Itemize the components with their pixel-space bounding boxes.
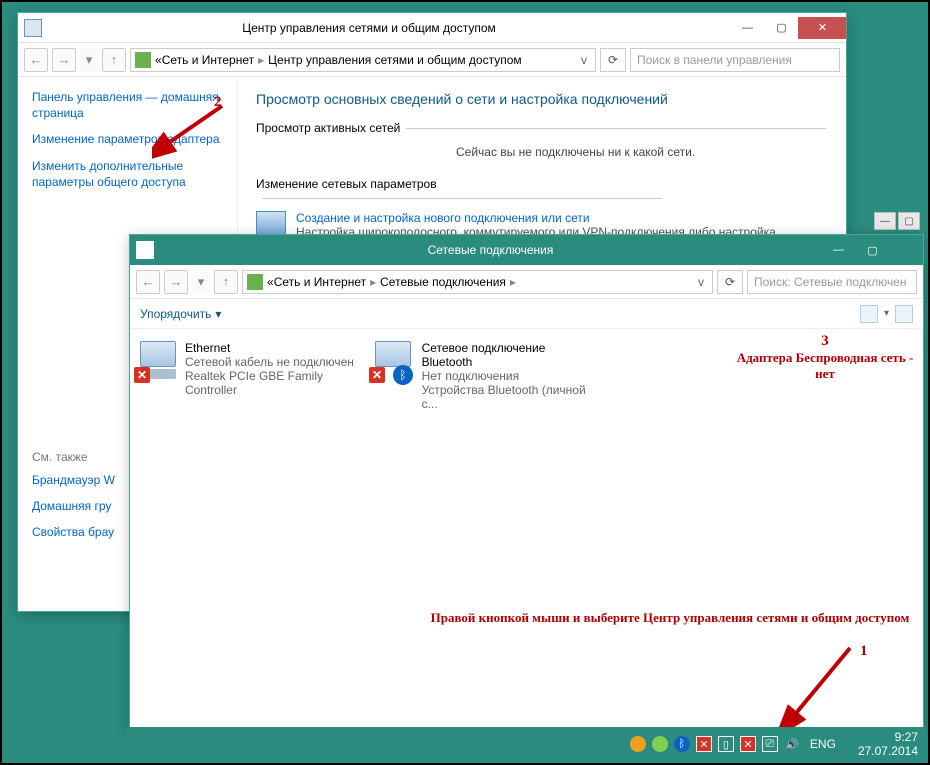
forward-button[interactable]: → — [52, 48, 76, 72]
tray-icon-bluetooth[interactable]: ᛒ — [674, 736, 690, 752]
view-mode-button[interactable] — [860, 305, 878, 323]
bg-minimize[interactable]: — — [874, 212, 896, 230]
address-dropdown[interactable]: v — [694, 275, 708, 289]
page-heading: Просмотр основных сведений о сети и наст… — [256, 91, 828, 107]
titlebar-network-center[interactable]: Центр управления сетями и общим доступом… — [18, 13, 846, 43]
adapter-bluetooth[interactable]: ✕ᛒ Сетевое подключение Bluetooth Нет под… — [375, 341, 590, 411]
disabled-x-icon: ✕ — [369, 367, 385, 383]
new-connection-link[interactable]: Создание и настройка нового подключения … — [296, 211, 590, 225]
address-dropdown[interactable]: v — [577, 53, 591, 67]
organize-label: Упорядочить — [140, 307, 211, 321]
clock-date: 27.07.2014 — [858, 744, 918, 758]
view-tools: ▾ — [860, 305, 913, 323]
disabled-x-icon: ✕ — [134, 367, 150, 383]
annotation-3: 3 Адаптера Беспроводная сеть - нет — [735, 333, 915, 382]
crumb-prefix: « — [155, 53, 162, 67]
search-input[interactable]: Поиск в панели управления — [630, 48, 840, 72]
tray-icon-skype[interactable] — [652, 736, 668, 752]
organize-button[interactable]: Упорядочить ▾ — [140, 307, 221, 321]
crumb-2[interactable]: Центр управления сетями и общим доступом — [268, 53, 522, 67]
adapter-status: Нет подключения — [422, 369, 590, 383]
view-dropdown[interactable]: ▾ — [884, 308, 889, 319]
app-icon — [136, 241, 154, 259]
ethernet-icon: ✕ — [140, 341, 177, 381]
up-button[interactable]: ↑ — [102, 48, 126, 72]
change-settings-title: Изменение сетевых параметров — [256, 177, 828, 205]
back-button[interactable]: ← — [136, 270, 160, 294]
active-networks-title: Просмотр активных сетей — [256, 121, 828, 135]
address-bar[interactable]: « Сеть и Интернет ▸ Сетевые подключения … — [242, 270, 713, 294]
clock-time: 9:27 — [858, 730, 918, 744]
not-connected-msg: Сейчас вы не подключены ни к какой сети. — [456, 145, 828, 159]
window-controls: — ▢ ✕ — [730, 17, 846, 39]
tray-icon-action[interactable]: ✕ — [696, 736, 712, 752]
chevron-down-icon: ▾ — [215, 307, 221, 321]
crumb-prefix: « — [267, 275, 274, 289]
active-networks-label: Просмотр активных сетей — [256, 121, 400, 135]
search-input[interactable]: Поиск: Сетевые подключен — [747, 270, 917, 294]
adapter-name: Сетевое подключение Bluetooth — [422, 341, 590, 369]
clock[interactable]: 9:27 27.07.2014 — [858, 730, 918, 759]
address-bar[interactable]: « Сеть и Интернет ▸ Центр управления сет… — [130, 48, 596, 72]
up-button[interactable]: ↑ — [214, 270, 238, 294]
tray-icon-weather[interactable] — [630, 736, 646, 752]
forward-button[interactable]: → — [164, 270, 188, 294]
taskbar[interactable]: ᛒ ✕ ▯ ✕ ⎚ 🔊 ENG 9:27 27.07.2014 — [127, 727, 926, 761]
sidebar-change-sharing[interactable]: Изменить дополнительные параметры общего… — [32, 158, 223, 190]
refresh-button[interactable]: ⟳ — [600, 48, 626, 72]
minimize-button[interactable]: — — [730, 17, 764, 39]
bg-maximize[interactable]: ▢ — [898, 212, 920, 230]
toolbar: Упорядочить ▾ ▾ — [130, 299, 923, 329]
tray-icon-volume[interactable]: 🔊 — [784, 736, 800, 752]
window-title: Центр управления сетями и общим доступом — [48, 21, 730, 35]
tray-icon-battery[interactable]: ▯ — [718, 736, 734, 752]
anno-3-number: 3 — [735, 333, 915, 350]
adapter-hw: Realtek PCIe GBE Family Controller — [185, 369, 355, 397]
app-icon — [24, 19, 42, 37]
history-dropdown[interactable]: ▾ — [80, 48, 98, 72]
bluetooth-icon: ᛒ — [393, 365, 413, 385]
minimize-button[interactable]: — — [821, 239, 855, 261]
search-placeholder: Поиск: Сетевые подключен — [754, 275, 907, 289]
crumb-2[interactable]: Сетевые подключения — [380, 275, 506, 289]
window-title: Сетевые подключения — [160, 243, 821, 257]
navbar: ← → ▾ ↑ « Сеть и Интернет ▸ Сетевые подк… — [130, 265, 923, 299]
anno-3-text: Адаптера Беспроводная сеть - нет — [735, 350, 915, 382]
back-button[interactable]: ← — [24, 48, 48, 72]
tray-icon-security[interactable]: ✕ — [740, 736, 756, 752]
change-settings-label: Изменение сетевых параметров — [256, 177, 437, 191]
crumb-1[interactable]: Сеть и Интернет — [162, 53, 254, 67]
crumb-1[interactable]: Сеть и Интернет — [274, 275, 366, 289]
network-icon — [247, 274, 263, 290]
adapter-hw: Устройства Bluetooth (личной с... — [422, 383, 590, 411]
tray-icon-network[interactable]: ⎚ — [762, 736, 778, 752]
titlebar-network-connections[interactable]: Сетевые подключения — ▢ — [130, 235, 923, 265]
annotation-instruction: Правой кнопкой мыши и выберите Центр упр… — [425, 610, 915, 626]
system-tray: ᛒ ✕ ▯ ✕ ⎚ 🔊 — [630, 736, 800, 752]
help-button[interactable] — [895, 305, 913, 323]
search-placeholder: Поиск в панели управления — [637, 53, 792, 67]
window-controls: — ▢ — [821, 239, 923, 261]
close-button[interactable]: ✕ — [798, 17, 846, 39]
maximize-button[interactable]: ▢ — [764, 17, 798, 39]
network-icon — [135, 52, 151, 68]
chevron-right-icon[interactable]: ▸ — [370, 275, 376, 289]
bluetooth-adapter-icon: ✕ᛒ — [375, 341, 414, 381]
navbar: ← → ▾ ↑ « Сеть и Интернет ▸ Центр управл… — [18, 43, 846, 77]
maximize-button[interactable]: ▢ — [855, 239, 889, 261]
adapter-ethernet[interactable]: ✕ Ethernet Сетевой кабель не подключен R… — [140, 341, 355, 411]
adapter-status: Сетевой кабель не подключен — [185, 355, 355, 369]
refresh-button[interactable]: ⟳ — [717, 270, 743, 294]
chevron-right-icon[interactable]: ▸ — [510, 275, 516, 289]
close-button[interactable] — [889, 239, 923, 261]
background-window-controls: — ▢ — [874, 212, 920, 230]
arrow-1 — [772, 642, 872, 732]
history-dropdown[interactable]: ▾ — [192, 270, 210, 294]
lang-indicator[interactable]: ENG — [810, 737, 836, 751]
adapter-name: Ethernet — [185, 341, 355, 355]
chevron-right-icon[interactable]: ▸ — [258, 53, 264, 67]
arrow-2 — [152, 102, 232, 162]
